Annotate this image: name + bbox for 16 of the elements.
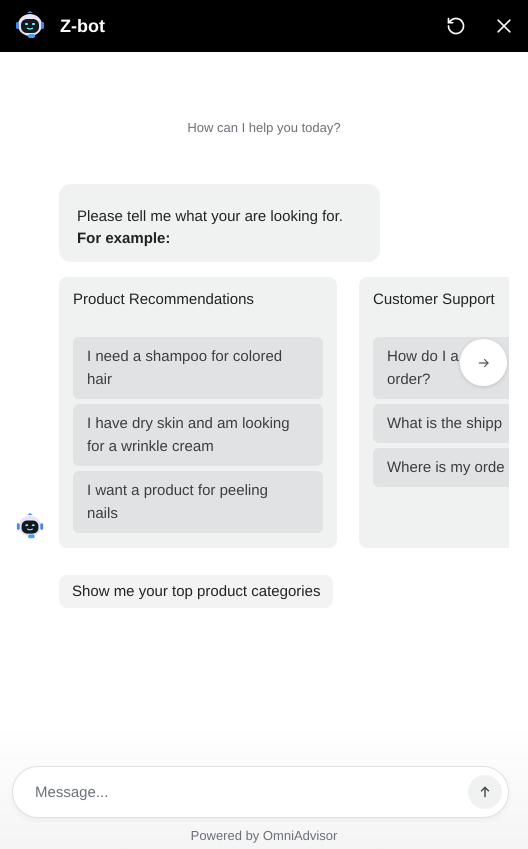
bot-name: Z-bot [60,16,106,36]
card-title: Customer Support [373,291,496,308]
message-field[interactable]: Message... [12,766,509,818]
suggested-question[interactable]: I want a product for peeling nails [73,471,323,533]
up-arrow-icon [478,785,492,799]
card-title: Product Recommendations [73,291,255,308]
suggested-question[interactable]: What is the shipp [373,404,509,443]
greeting-text: How can I help you today? [186,120,342,135]
suggested-question[interactable]: I need a shampoo for colored hair [73,337,323,399]
suggested-question[interactable]: I have dry skin and am looking for a wrinkle cream [73,404,323,466]
powered-by-text: Powered by OmniAdvisor [190,828,338,843]
suggestion-chip[interactable]: Show me your top product categories [59,575,334,608]
restart-icon[interactable] [446,16,466,36]
suggested-question[interactable]: Where is my orde [373,448,509,487]
example-label: For example: [77,230,170,247]
message-text: Please tell me what your are looking for. [77,208,343,225]
